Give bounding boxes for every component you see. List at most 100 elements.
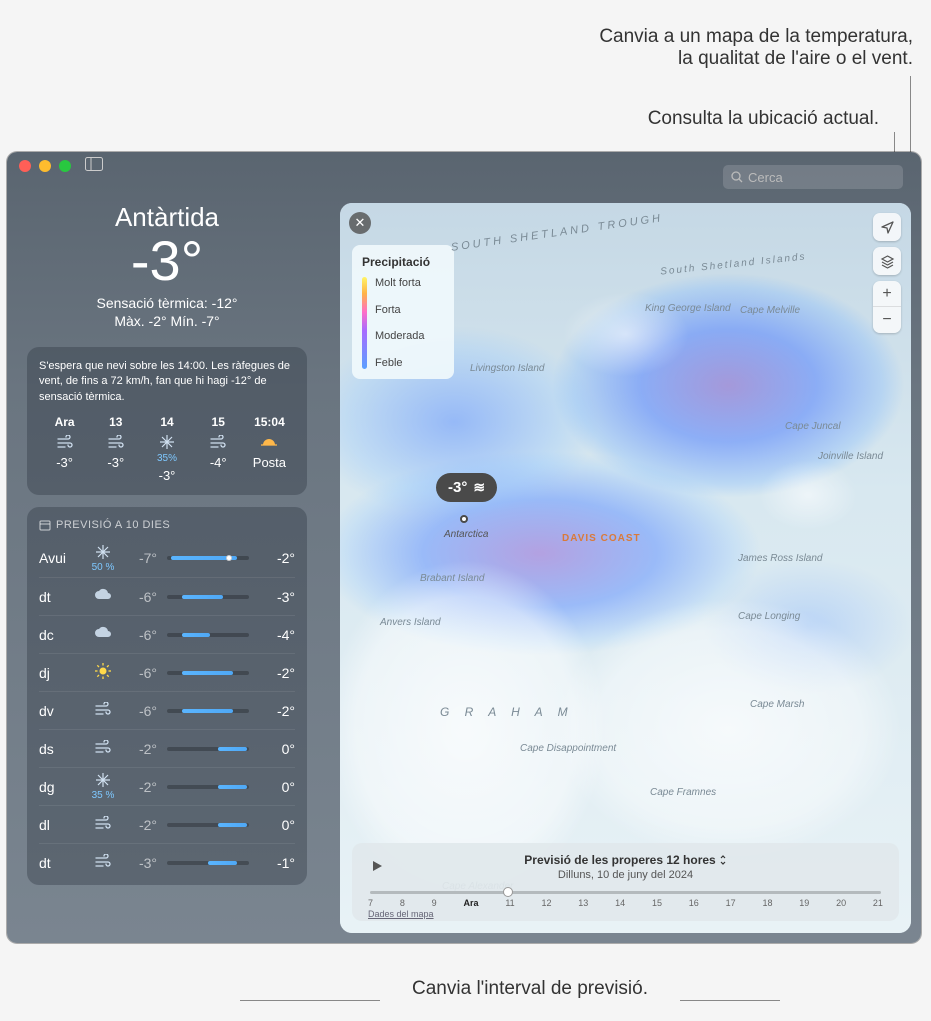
day-name: dj	[39, 665, 85, 681]
hour-column: 15:04Posta	[244, 415, 295, 483]
day-high: 0°	[259, 779, 295, 795]
day-precip-pct: 35 %	[85, 791, 121, 801]
annotation-layers: Canvia a un mapa de la temperatura, la q…	[599, 26, 913, 70]
fullscreen-window-button[interactable]	[59, 160, 71, 172]
location-arrow-icon	[880, 220, 895, 235]
timeline-tick: 21	[873, 898, 883, 908]
legend-labels: Molt forta Forta Moderada Feble	[375, 277, 425, 369]
wind-icon	[473, 479, 485, 496]
cloud-icon	[85, 588, 121, 605]
day-name: dg	[39, 779, 85, 795]
temp-range-bar	[167, 556, 249, 560]
timeline-thumb[interactable]	[503, 887, 513, 897]
day-row[interactable]: dt-3°-1°	[39, 843, 295, 881]
legend-gradient	[362, 277, 367, 369]
map-panel[interactable]: ✕ Precipitació Molt forta Forta Moderada…	[340, 203, 911, 933]
timeline-tick: 15	[652, 898, 662, 908]
hour-time: 15:04	[244, 415, 295, 429]
day-name: ds	[39, 741, 85, 757]
map-label: G R A H A M	[440, 705, 574, 719]
day-high: -4°	[259, 627, 295, 643]
hour-column: Ara-3°	[39, 415, 90, 483]
snow-icon	[141, 433, 192, 451]
temp-range-bar	[167, 595, 249, 599]
forecast-interval-selector[interactable]: Previsió de les properes 12 hores	[524, 853, 726, 867]
zoom-in-button[interactable]: +	[873, 281, 901, 307]
map-layers-button[interactable]	[873, 247, 901, 275]
search-icon	[731, 171, 743, 183]
snow-icon: 50 %	[85, 544, 121, 573]
day-high: 0°	[259, 741, 295, 757]
leader-line	[680, 1000, 780, 1001]
sidebar-toggle-button[interactable]	[85, 157, 103, 176]
tenday-header: PREVISIÓ A 10 DIES	[39, 519, 295, 531]
hour-temp: -3°	[39, 455, 90, 470]
leader-line	[240, 1000, 380, 1001]
play-icon	[370, 859, 384, 873]
minimize-window-button[interactable]	[39, 160, 51, 172]
temp-range-bar	[167, 747, 249, 751]
day-row[interactable]: dj-6°-2°	[39, 653, 295, 691]
timeline-ticks: 789Ara1112131415161718192021	[366, 898, 885, 908]
day-row[interactable]: dc -6° -4°	[39, 615, 295, 653]
day-row[interactable]: ds-2°0°	[39, 729, 295, 767]
day-name: Avui	[39, 550, 85, 566]
map-close-button[interactable]: ✕	[349, 212, 371, 234]
day-row[interactable]: dl-2°0°	[39, 805, 295, 843]
annotation-interval: Canvia l'interval de previsió.	[380, 978, 680, 1000]
temp-range-bar	[167, 709, 249, 713]
weather-window: Cerca Antàrtida -3° Sensació tèrmica: -1…	[7, 152, 921, 943]
hour-time: 13	[90, 415, 141, 429]
map-label: Cape Framnes	[650, 787, 716, 798]
snow-icon: 35 %	[85, 772, 121, 801]
day-low: -2°	[121, 779, 157, 795]
location-header: Antàrtida -3° Sensació tèrmica: -12° Màx…	[27, 202, 307, 329]
traffic-lights	[19, 160, 71, 172]
temp-range-bar	[167, 785, 249, 789]
high-low: Màx. -2° Mín. -7°	[27, 313, 307, 329]
day-row[interactable]: dg35 %-2° 0°	[39, 767, 295, 805]
day-name: dc	[39, 627, 85, 643]
weather-alert: S'espera que nevi sobre les 14:00. Les r…	[39, 359, 295, 405]
day-high: 0°	[259, 817, 295, 833]
day-row[interactable]: dv -6° -2°	[39, 691, 295, 729]
map-marker[interactable]: -3°	[436, 473, 497, 502]
wind-icon	[85, 702, 121, 719]
day-low: -6°	[121, 589, 157, 605]
timeline-slider[interactable]	[370, 891, 881, 894]
wind-icon	[85, 816, 121, 833]
map-label: Cape Disappointment	[520, 743, 616, 754]
marker-pin	[460, 515, 468, 523]
hour-temp: -3°	[90, 455, 141, 470]
temp-range-bar	[167, 861, 249, 865]
left-panel: Antàrtida -3° Sensació tèrmica: -12° Màx…	[7, 182, 327, 917]
tenday-card[interactable]: PREVISIÓ A 10 DIES Avui50 %-7°-2° dt -6° -3…	[27, 507, 307, 885]
timeline-play-button[interactable]	[366, 855, 388, 877]
legend-title: Precipitació	[362, 255, 444, 269]
day-high: -3°	[259, 589, 295, 605]
current-location-button[interactable]	[873, 213, 901, 241]
timeline-tick: 11	[505, 898, 514, 908]
day-low: -6°	[121, 703, 157, 719]
hour-column: 15-4°	[193, 415, 244, 483]
day-row[interactable]: Avui50 %-7°-2°	[39, 539, 295, 577]
timeline-tick: 20	[836, 898, 846, 908]
hourly-card[interactable]: S'espera que nevi sobre les 14:00. Les r…	[27, 347, 307, 495]
wind-icon	[90, 433, 141, 451]
hour-temp: -3°	[141, 468, 192, 483]
day-high: -2°	[259, 703, 295, 719]
search-input[interactable]: Cerca	[723, 165, 903, 189]
search-placeholder: Cerca	[748, 170, 783, 185]
day-row[interactable]: dt -6° -3°	[39, 577, 295, 615]
timeline-tick: 12	[541, 898, 551, 908]
zoom-out-button[interactable]: −	[873, 307, 901, 333]
map-label: Cape Melville	[740, 305, 800, 316]
close-window-button[interactable]	[19, 160, 31, 172]
map-credits-link[interactable]: Dades del mapa	[368, 909, 434, 919]
day-low: -3°	[121, 855, 157, 871]
map-label: King George Island	[645, 303, 731, 314]
day-name: dv	[39, 703, 85, 719]
day-low: -6°	[121, 627, 157, 643]
hour-column: 1435%-3°	[141, 415, 192, 483]
day-name: dt	[39, 589, 85, 605]
